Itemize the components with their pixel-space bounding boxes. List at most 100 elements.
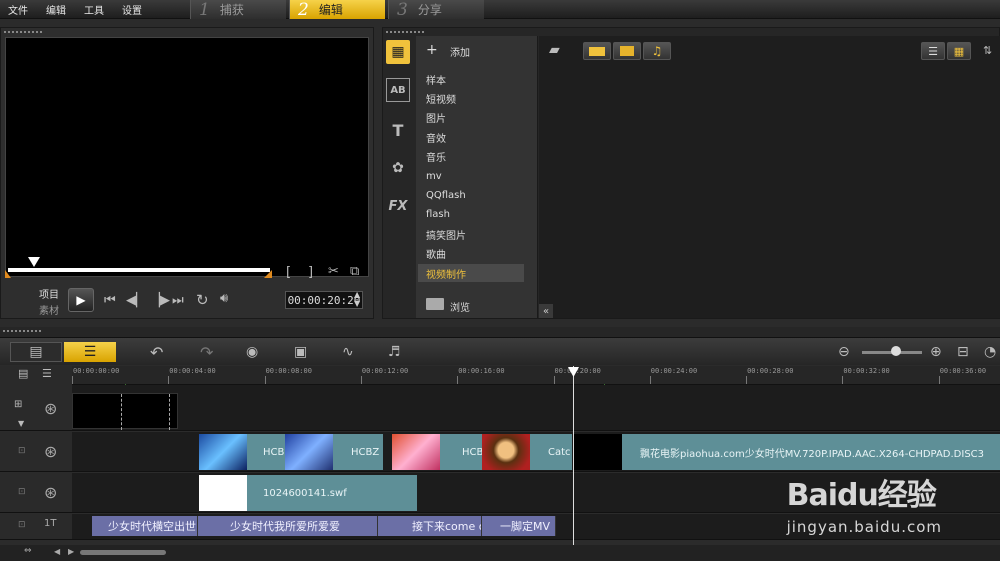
video-track[interactable] bbox=[72, 385, 1000, 431]
folder-icon[interactable]: ▰ bbox=[549, 42, 560, 58]
panel-grip[interactable] bbox=[386, 29, 426, 35]
timecode-field[interactable]: 00:00:20:20 bbox=[285, 291, 363, 309]
collapse-icon[interactable]: « bbox=[539, 304, 553, 318]
photo-filter-button[interactable] bbox=[613, 42, 641, 60]
ruler-tick-line bbox=[938, 376, 940, 384]
video-clip[interactable]: 飘花电影piaohua.com少女时代MV.720P.IPAD.AAC.X264… bbox=[574, 434, 1000, 470]
library-category-item[interactable]: 搞笑图片 bbox=[418, 225, 524, 243]
menu-file[interactable]: 文件 bbox=[8, 2, 28, 17]
title-clip[interactable]: 接下来come on bbox=[378, 516, 482, 536]
step-number: 3 bbox=[397, 0, 408, 20]
tab-edit[interactable]: 2 编辑 bbox=[289, 0, 385, 20]
next-frame-icon[interactable]: ▕▶ bbox=[150, 293, 170, 308]
mark-in-button[interactable]: [ bbox=[286, 265, 291, 280]
graphic-icon[interactable]: ✿ bbox=[386, 156, 410, 180]
go-start-icon[interactable]: ⏮ bbox=[104, 293, 116, 308]
media-icon[interactable]: ▦ bbox=[386, 40, 410, 64]
undo-icon[interactable]: ↶ bbox=[150, 342, 163, 362]
video-clip[interactable]: HCB bbox=[199, 434, 285, 470]
tab-share[interactable]: 3 分享 bbox=[388, 0, 484, 20]
panel-grip[interactable] bbox=[3, 328, 43, 334]
library-tab-strip: ▦ AB T ✿ FX bbox=[382, 36, 414, 246]
library-category-item[interactable]: QQflash bbox=[418, 186, 524, 204]
timeline-view-button[interactable]: ☰ bbox=[64, 342, 116, 362]
project-mode-label[interactable]: 项目 bbox=[39, 286, 59, 301]
zoom-in-icon[interactable]: ⊕ bbox=[930, 342, 942, 362]
library-category-item[interactable]: 样本 bbox=[418, 70, 524, 88]
library-category-item[interactable]: 音乐 bbox=[418, 148, 524, 166]
lock-icon[interactable]: ⊡ bbox=[18, 446, 26, 456]
browse-icon[interactable] bbox=[426, 298, 444, 310]
timecode-stepper-icon[interactable]: ▲ ▼ bbox=[354, 290, 360, 308]
lock-icon[interactable]: ⊡ bbox=[18, 487, 26, 497]
redo-icon[interactable]: ↷ bbox=[200, 342, 213, 362]
zoom-out-icon[interactable]: ⊖ bbox=[838, 342, 850, 362]
mark-out-button[interactable]: ] bbox=[308, 265, 313, 280]
track-toggle-icon[interactable]: ⊞ bbox=[14, 399, 22, 410]
scrollbar-thumb[interactable] bbox=[80, 550, 166, 555]
storyboard-view-button[interactable]: ▤ bbox=[10, 342, 62, 362]
copy-icon[interactable]: ⧉ bbox=[350, 264, 359, 279]
go-end-icon[interactable]: ⏭ bbox=[172, 293, 184, 308]
zoom-tracks-icon[interactable]: ⇔ bbox=[24, 546, 32, 556]
menu-tools[interactable]: 工具 bbox=[84, 2, 104, 17]
title-clip[interactable]: 少女时代我所爱所爱爱 bbox=[198, 516, 378, 536]
timeline-scrollbar[interactable]: ⇔ ◀ ▶ bbox=[0, 545, 1000, 561]
zoom-slider-thumb[interactable] bbox=[891, 346, 901, 356]
title-clip[interactable]: 少女时代横空出世 bbox=[92, 516, 198, 536]
sort-icon[interactable]: ⇅ bbox=[983, 44, 992, 57]
add-folder-button[interactable]: 添加 bbox=[450, 44, 470, 59]
title-clip[interactable]: 一脚定MV bbox=[482, 516, 556, 536]
menu-settings[interactable]: 设置 bbox=[122, 2, 142, 17]
filter-icon[interactable]: FX bbox=[386, 194, 410, 218]
timeline-ruler[interactable]: 00:00:00:00 00:00:04:00 00:00:08:00 00:00:1… bbox=[72, 366, 1000, 385]
video-clip[interactable]: Catc bbox=[482, 434, 572, 470]
transition-icon[interactable]: AB bbox=[386, 78, 410, 102]
track-expand-icon[interactable]: ▼ bbox=[18, 419, 24, 428]
screen-capture-icon[interactable]: ▣ bbox=[294, 342, 307, 362]
flash-clip[interactable]: 1024600141.swf bbox=[199, 475, 417, 511]
cut-icon[interactable]: ✂ bbox=[328, 264, 339, 279]
video-clip[interactable]: HCB bbox=[392, 434, 482, 470]
duration-icon[interactable]: ◔ bbox=[984, 342, 996, 362]
library-category-item[interactable]: 图片 bbox=[418, 109, 524, 127]
volume-icon[interactable]: 🔊︎ bbox=[220, 291, 228, 306]
prev-frame-icon[interactable]: ◀▏ bbox=[126, 293, 146, 308]
playhead[interactable] bbox=[573, 366, 574, 546]
panel-grip[interactable] bbox=[4, 29, 44, 35]
library-category-item[interactable]: 视频制作 bbox=[418, 264, 524, 282]
video-filter-button[interactable] bbox=[583, 42, 611, 60]
overlay-track[interactable]: HCB HCBZ HCB Catc 飘花电影piaohua.com少女时代MV.… bbox=[72, 432, 1000, 472]
audio-filter-button[interactable]: ♫ bbox=[643, 42, 671, 60]
library-category-item[interactable]: mv bbox=[418, 167, 524, 185]
thumbnail-view-button[interactable]: ▦ bbox=[947, 42, 971, 60]
menu-edit[interactable]: 编辑 bbox=[46, 2, 66, 17]
play-button[interactable]: ▶ bbox=[68, 288, 94, 312]
record-capture-icon[interactable]: ◉ bbox=[246, 342, 258, 362]
ruler-tick-label: 00:00:24:00 bbox=[650, 367, 698, 375]
scroll-left-icon[interactable]: ◀ bbox=[54, 547, 60, 556]
video-clip[interactable]: HCBZ bbox=[285, 434, 383, 470]
browse-button[interactable]: 浏览 bbox=[450, 299, 470, 314]
repeat-icon[interactable]: ↻ bbox=[196, 291, 209, 309]
clip-label: Catc bbox=[548, 446, 571, 458]
black-clip[interactable] bbox=[72, 393, 178, 430]
scroll-right-icon[interactable]: ▶ bbox=[68, 547, 74, 556]
lock-icon[interactable]: ⊡ bbox=[18, 520, 26, 530]
library-category-item[interactable]: 音效 bbox=[418, 128, 524, 146]
add-icon[interactable]: + bbox=[426, 42, 438, 58]
scrub-bar[interactable] bbox=[8, 268, 270, 272]
tab-capture[interactable]: 1 捕获 bbox=[190, 0, 286, 20]
library-category-item[interactable]: 短视频 bbox=[418, 89, 524, 107]
track-manager-icon[interactable]: ▤ bbox=[18, 367, 28, 380]
list-view-button[interactable]: ☰ bbox=[921, 42, 945, 60]
fit-project-icon[interactable]: ⊟ bbox=[957, 342, 969, 362]
sound-mixer-icon[interactable]: ∿ bbox=[342, 342, 354, 362]
title-icon[interactable]: T bbox=[386, 118, 410, 142]
clip-mode-label[interactable]: 素材 bbox=[39, 302, 59, 317]
library-category-item[interactable]: flash bbox=[418, 206, 524, 224]
auto-music-icon[interactable]: ♬ bbox=[388, 342, 401, 362]
chapter-list-icon[interactable]: ☰ bbox=[42, 367, 52, 380]
photo-icon bbox=[620, 46, 634, 56]
library-category-item[interactable]: 歌曲 bbox=[418, 245, 524, 263]
